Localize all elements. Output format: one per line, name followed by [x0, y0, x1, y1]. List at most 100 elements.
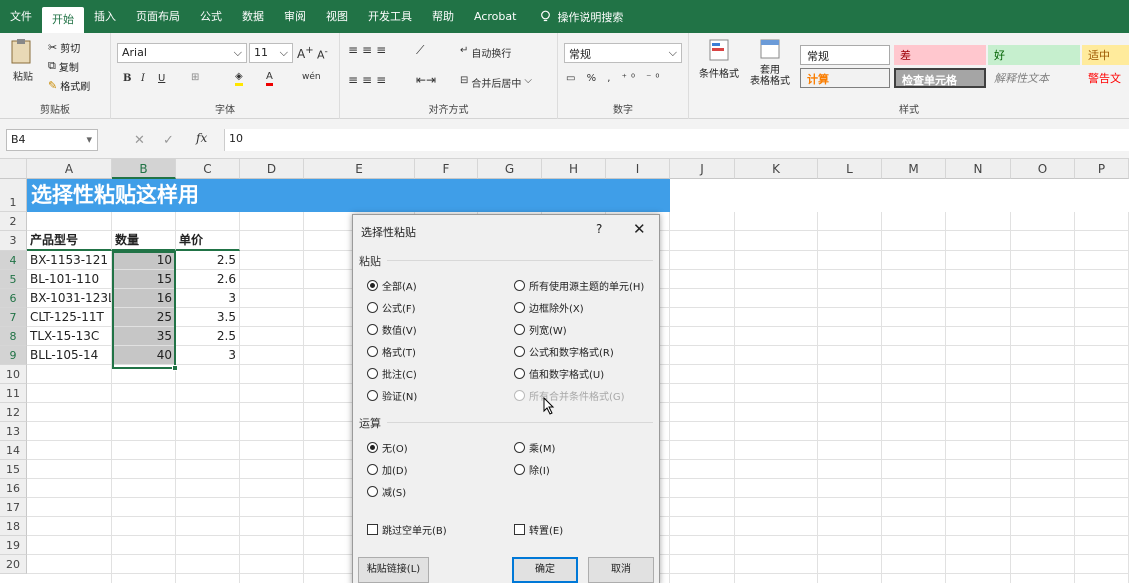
horizontal-align-icons[interactable]: ≡≡≡ — [348, 73, 390, 87]
style-warning[interactable]: 警告文 — [1082, 68, 1129, 88]
column-header-l[interactable]: L — [818, 159, 882, 179]
row-header-20[interactable]: 20 — [0, 555, 27, 574]
tab-developer[interactable]: 开发工具 — [358, 0, 422, 33]
vertical-align-icons[interactable]: ≡≡≡ — [348, 43, 390, 57]
paste-link-button[interactable]: 粘贴链接(L) — [358, 557, 429, 583]
tab-view[interactable]: 视图 — [316, 0, 358, 33]
select-all-corner[interactable] — [0, 159, 27, 179]
border-icon[interactable]: ⊞ — [191, 72, 199, 83]
paste-option[interactable]: 公式和数字格式(R) — [514, 344, 614, 359]
unit-price-cell[interactable]: 2.6 — [176, 270, 240, 289]
row-header-2[interactable]: 2 — [0, 212, 27, 231]
copy-button[interactable]: ⧉ 复制 — [48, 58, 79, 74]
indent-icons[interactable]: ⇤⇥ — [416, 73, 436, 87]
style-neutral[interactable]: 适中 — [1082, 45, 1129, 65]
row-header-14[interactable]: 14 — [0, 441, 27, 460]
operation-option[interactable]: 加(D) — [367, 462, 408, 477]
tab-help[interactable]: 帮助 — [422, 0, 464, 33]
operation-option[interactable]: 除(I) — [514, 462, 550, 477]
tab-review[interactable]: 审阅 — [274, 0, 316, 33]
paste-button[interactable]: 粘贴 — [4, 38, 40, 96]
unit-price-cell[interactable]: 2.5 — [176, 327, 240, 346]
paste-option[interactable]: 列宽(W) — [514, 322, 567, 337]
italic-icon[interactable]: I — [141, 73, 145, 84]
paste-option[interactable]: 验证(N) — [367, 388, 417, 403]
row-header-1[interactable]: 1 — [0, 179, 27, 212]
wrap-text-button[interactable]: ↵ 自动换行 — [460, 45, 511, 60]
font-size-select[interactable]: 11 ⌵ — [249, 43, 293, 63]
confirm-entry-icon[interactable]: ✓ — [163, 133, 174, 148]
conditional-format-button[interactable]: 条件格式 — [697, 38, 741, 96]
quantity-cell[interactable]: 15 — [112, 270, 176, 289]
style-normal[interactable]: 常规 — [800, 45, 890, 65]
unit-price-cell[interactable]: 3 — [176, 346, 240, 365]
product-model-cell[interactable]: BX-1153-121 — [27, 251, 112, 270]
paste-option[interactable]: 边框除外(X) — [514, 300, 584, 315]
cancel-button[interactable]: 取消 — [588, 557, 654, 583]
fill-color-icon[interactable]: ◈ — [235, 71, 243, 86]
row-header-5[interactable]: 5 — [0, 270, 27, 289]
product-model-cell[interactable]: CLT-125-11T — [27, 308, 112, 327]
column-header-o[interactable]: O — [1011, 159, 1075, 179]
column-header-k[interactable]: K — [735, 159, 818, 179]
unit-price-cell[interactable]: 3 — [176, 289, 240, 308]
header-cell[interactable]: 产品型号 — [27, 231, 112, 251]
quantity-cell[interactable]: 25 — [112, 308, 176, 327]
style-good[interactable]: 好 — [988, 45, 1080, 65]
column-header-c[interactable]: C — [176, 159, 240, 179]
quantity-cell[interactable]: 10 — [112, 251, 176, 270]
operation-option[interactable]: 减(S) — [367, 484, 406, 499]
row-header-18[interactable]: 18 — [0, 517, 27, 536]
merge-center-button[interactable]: ⊟ 合并后居中 ⌵ — [460, 75, 532, 90]
underline-icon[interactable]: U — [158, 73, 165, 84]
style-bad[interactable]: 差 — [894, 45, 986, 65]
column-header-h[interactable]: H — [542, 159, 606, 179]
tab-page-layout[interactable]: 页面布局 — [126, 0, 190, 33]
operation-option[interactable]: 乘(M) — [514, 440, 555, 455]
grow-font-icon[interactable]: A+ — [297, 45, 314, 61]
column-header-p[interactable]: P — [1075, 159, 1129, 179]
product-model-cell[interactable]: BL-101-110 — [27, 270, 112, 289]
style-check-cell[interactable]: 检查单元格 — [894, 68, 986, 88]
cancel-entry-icon[interactable]: ✕ — [134, 133, 145, 148]
quantity-cell[interactable]: 40 — [112, 346, 176, 365]
column-header-a[interactable]: A — [27, 159, 112, 179]
style-calculation[interactable]: 计算 — [800, 68, 890, 88]
paste-option[interactable]: 所有使用源主题的单元(H) — [514, 278, 644, 293]
row-header-6[interactable]: 6 — [0, 289, 27, 308]
header-cell[interactable]: 数量 — [112, 231, 176, 251]
tab-formulas[interactable]: 公式 — [190, 0, 232, 33]
paste-option[interactable]: 值和数字格式(U) — [514, 366, 604, 381]
cut-button[interactable]: ✂ 剪切 — [48, 39, 80, 55]
paste-option[interactable]: 公式(F) — [367, 300, 416, 315]
operation-option[interactable]: 无(O) — [367, 440, 408, 455]
font-name-select[interactable]: Arial ⌵ — [117, 43, 247, 63]
unit-price-cell[interactable]: 3.5 — [176, 308, 240, 327]
row-header-17[interactable]: 17 — [0, 498, 27, 517]
row-header-19[interactable]: 19 — [0, 536, 27, 555]
ok-button[interactable]: 确定 — [512, 557, 578, 583]
paste-option[interactable]: 数值(V) — [367, 322, 417, 337]
quantity-cell[interactable]: 35 — [112, 327, 176, 346]
row-header-11[interactable]: 11 — [0, 384, 27, 403]
format-as-table-button[interactable]: 套用 表格格式 — [745, 38, 795, 96]
number-format-icons[interactable]: ▭ % , ⁺⁰ ⁻⁰ — [566, 73, 663, 84]
paste-option[interactable]: 格式(T) — [367, 344, 416, 359]
shrink-font-icon[interactable]: A- — [317, 46, 328, 62]
product-model-cell[interactable]: BLL-105-14 — [27, 346, 112, 365]
row-header-9[interactable]: 9 — [0, 346, 27, 365]
style-explanatory[interactable]: 解释性文本 — [988, 68, 1080, 88]
formula-input[interactable]: 10 — [224, 129, 1129, 151]
column-header-d[interactable]: D — [240, 159, 304, 179]
tab-home[interactable]: 开始 — [42, 7, 84, 33]
row-header-4[interactable]: 4 — [0, 251, 27, 270]
orientation-icon[interactable]: ⟋ — [416, 43, 424, 58]
product-model-cell[interactable]: TLX-15-13C — [27, 327, 112, 346]
column-header-i[interactable]: I — [606, 159, 670, 179]
paste-option[interactable]: 全部(A) — [367, 278, 417, 293]
bold-icon[interactable]: B — [123, 73, 131, 84]
column-header-g[interactable]: G — [478, 159, 542, 179]
phonetic-icon[interactable]: wén — [302, 72, 321, 82]
insert-function-icon[interactable]: fx — [196, 131, 207, 145]
tab-file[interactable]: 文件 — [0, 0, 42, 33]
